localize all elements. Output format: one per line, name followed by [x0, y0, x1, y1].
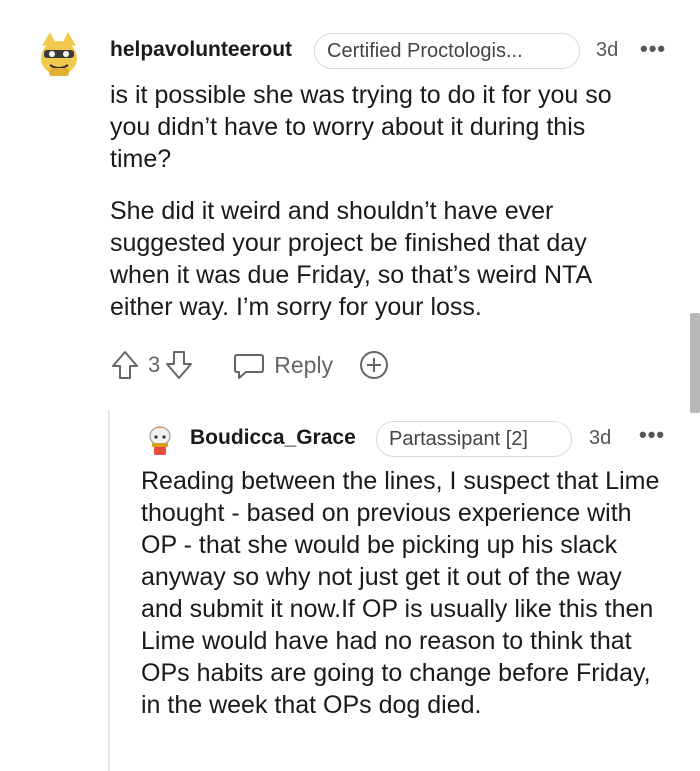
- comment-body: Reading between the lines, I suspect tha…: [141, 465, 666, 721]
- scrollbar[interactable]: [690, 313, 700, 413]
- avatar[interactable]: [141, 419, 179, 457]
- comment-username[interactable]: helpavolunteerout: [110, 38, 292, 62]
- user-flair: Certified Proctologis...: [314, 33, 580, 69]
- reply-icon: [234, 354, 265, 379]
- thread-line[interactable]: [108, 410, 110, 771]
- comment-paragraph: She did it weird and shouldn’t have ever…: [110, 197, 591, 321]
- more-options-icon[interactable]: •••: [640, 38, 666, 60]
- comment-timestamp: 3d: [596, 39, 619, 61]
- comment-paragraph: Reading between the lines, I suspect tha…: [141, 467, 660, 719]
- more-options-icon[interactable]: •••: [639, 424, 665, 446]
- comment-username[interactable]: Boudicca_Grace: [190, 426, 356, 450]
- comment-actions: 3 Reply: [110, 347, 391, 383]
- downvote-icon[interactable]: [164, 349, 194, 381]
- award-icon[interactable]: [357, 348, 391, 382]
- snoo-avatar-icon: [141, 419, 179, 457]
- comment-timestamp: 3d: [589, 427, 612, 449]
- comment-paragraph: is it possible she was trying to do it f…: [110, 81, 612, 173]
- vote-count: 3: [148, 352, 161, 377]
- reply-label: Reply: [274, 351, 334, 378]
- user-flair: Partassipant [2]: [376, 421, 572, 457]
- comment-body: is it possible she was trying to do it f…: [110, 79, 650, 323]
- snoo-avatar-icon: [30, 24, 88, 82]
- avatar[interactable]: [30, 24, 88, 82]
- reply-button[interactable]: Reply: [232, 350, 333, 380]
- upvote-icon[interactable]: [110, 349, 140, 381]
